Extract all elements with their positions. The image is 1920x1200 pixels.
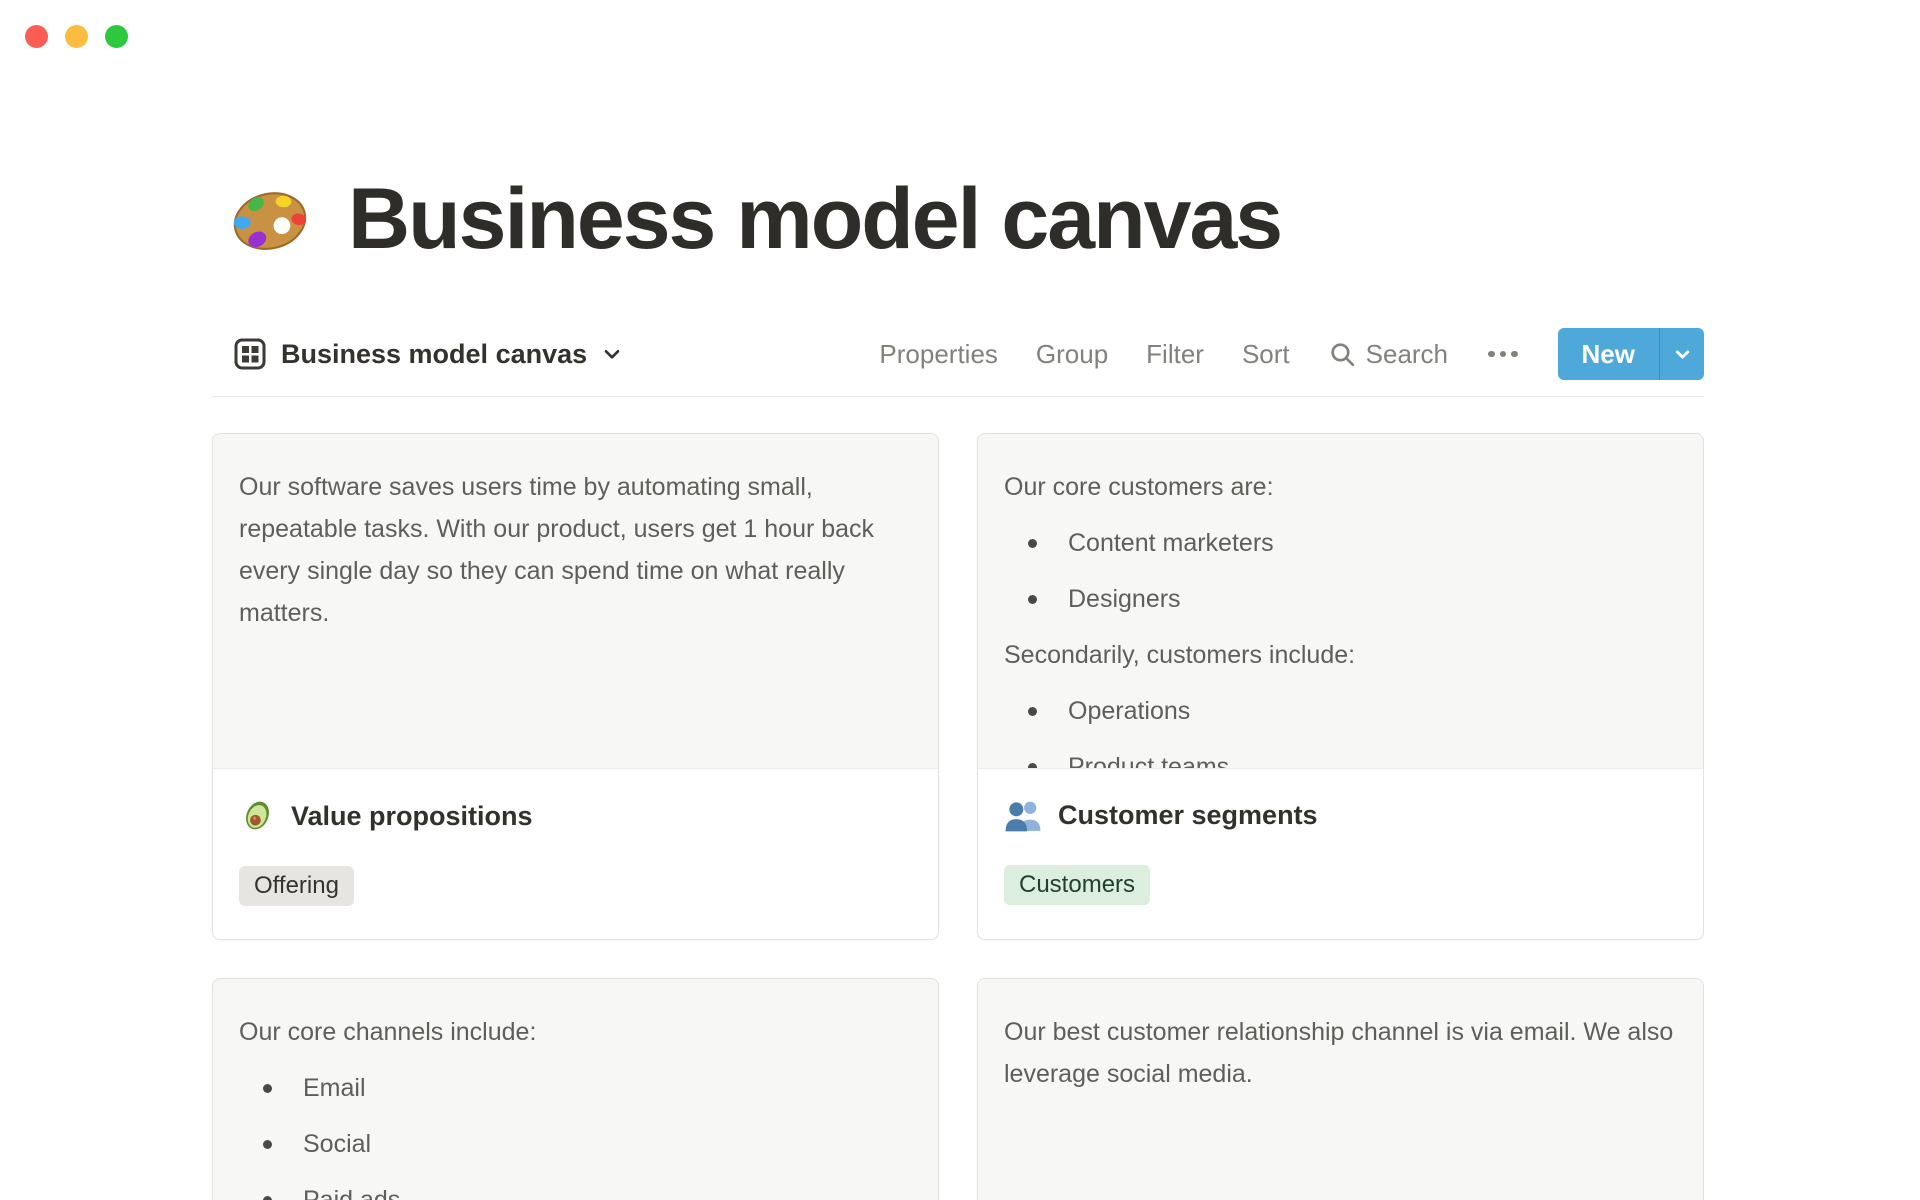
card-title-row: Customer segments [1004, 797, 1677, 833]
people-icon [1004, 798, 1043, 833]
gallery-grid: Our software saves users time by automat… [212, 433, 1704, 1200]
card-footer: Value propositions Offering [213, 768, 938, 939]
gallery-view-icon [232, 336, 268, 372]
page-body: Business model canvas Business model can… [0, 176, 1920, 1200]
search-button[interactable]: Search [1328, 339, 1448, 370]
card-preview: Our software saves users time by automat… [213, 434, 938, 768]
chevron-down-icon [600, 342, 624, 366]
gallery-card[interactable]: Our best customer relationship channel i… [977, 978, 1704, 1200]
new-dropdown-button[interactable] [1659, 328, 1704, 380]
bullet-item: Social [239, 1123, 912, 1165]
view-selector[interactable]: Business model canvas [232, 336, 624, 372]
card-title-row: Value propositions [239, 797, 912, 834]
card-preview: Our core customers are: Content marketers… [978, 434, 1703, 768]
page-title[interactable]: Business model canvas [348, 176, 1283, 262]
new-button-group: New [1557, 328, 1704, 380]
search-label: Search [1365, 338, 1449, 369]
bullet-item: Designers [1004, 578, 1677, 620]
preview-paragraph: Our software saves users time by automat… [239, 473, 875, 627]
window-controls [25, 25, 128, 48]
properties-button[interactable]: Properties [879, 339, 998, 370]
card-preview: Our best customer relationship channel i… [978, 979, 1703, 1200]
preview-paragraph: Our core channels include: [239, 1018, 537, 1046]
zoom-button[interactable] [105, 25, 128, 48]
new-button[interactable]: New [1558, 328, 1659, 380]
card-footer: Customer segments Customers [978, 768, 1703, 939]
search-icon [1328, 340, 1357, 369]
bullet-item: Content marketers [1004, 522, 1677, 564]
preview-paragraph: Secondarily, customers include: [1004, 641, 1356, 669]
bullet-item: Paid ads [239, 1179, 912, 1200]
sort-button[interactable]: Sort [1242, 339, 1290, 370]
card-title: Value propositions [291, 800, 533, 831]
view-menu: Properties Group Filter Sort Search New [879, 328, 1704, 380]
more-options-icon [1488, 350, 1495, 358]
bullet-item: Email [239, 1067, 912, 1109]
palette-icon[interactable] [226, 179, 314, 259]
preview-paragraph: Our core customers are: [1004, 473, 1274, 501]
gallery-card[interactable]: Our core customers are: Content marketers… [977, 433, 1704, 940]
avocado-icon [239, 797, 276, 834]
minimize-button[interactable] [65, 25, 88, 48]
view-bar: Business model canvas Properties Group F… [212, 312, 1704, 397]
gallery-card[interactable]: Our core channels include: Email Social Pai… [212, 978, 939, 1200]
filter-button[interactable]: Filter [1146, 339, 1204, 370]
card-tag: Customers [1004, 865, 1151, 905]
page-header: Business model canvas [226, 176, 1704, 262]
gallery-card[interactable]: Our software saves users time by automat… [212, 433, 939, 940]
more-options-button[interactable] [1486, 343, 1520, 366]
card-preview: Our core channels include: Email Social Pai… [213, 979, 938, 1200]
group-button[interactable]: Group [1036, 339, 1108, 370]
bullet-item: Product teams [1004, 746, 1677, 768]
close-button[interactable] [25, 25, 48, 48]
chevron-down-white-icon [1672, 344, 1693, 365]
view-name: Business model canvas [281, 338, 588, 369]
card-tag: Offering [239, 866, 354, 906]
card-title: Customer segments [1058, 800, 1318, 830]
bullet-item: Operations [1004, 690, 1677, 732]
preview-paragraph: Our best customer relationship channel i… [1004, 1018, 1674, 1088]
